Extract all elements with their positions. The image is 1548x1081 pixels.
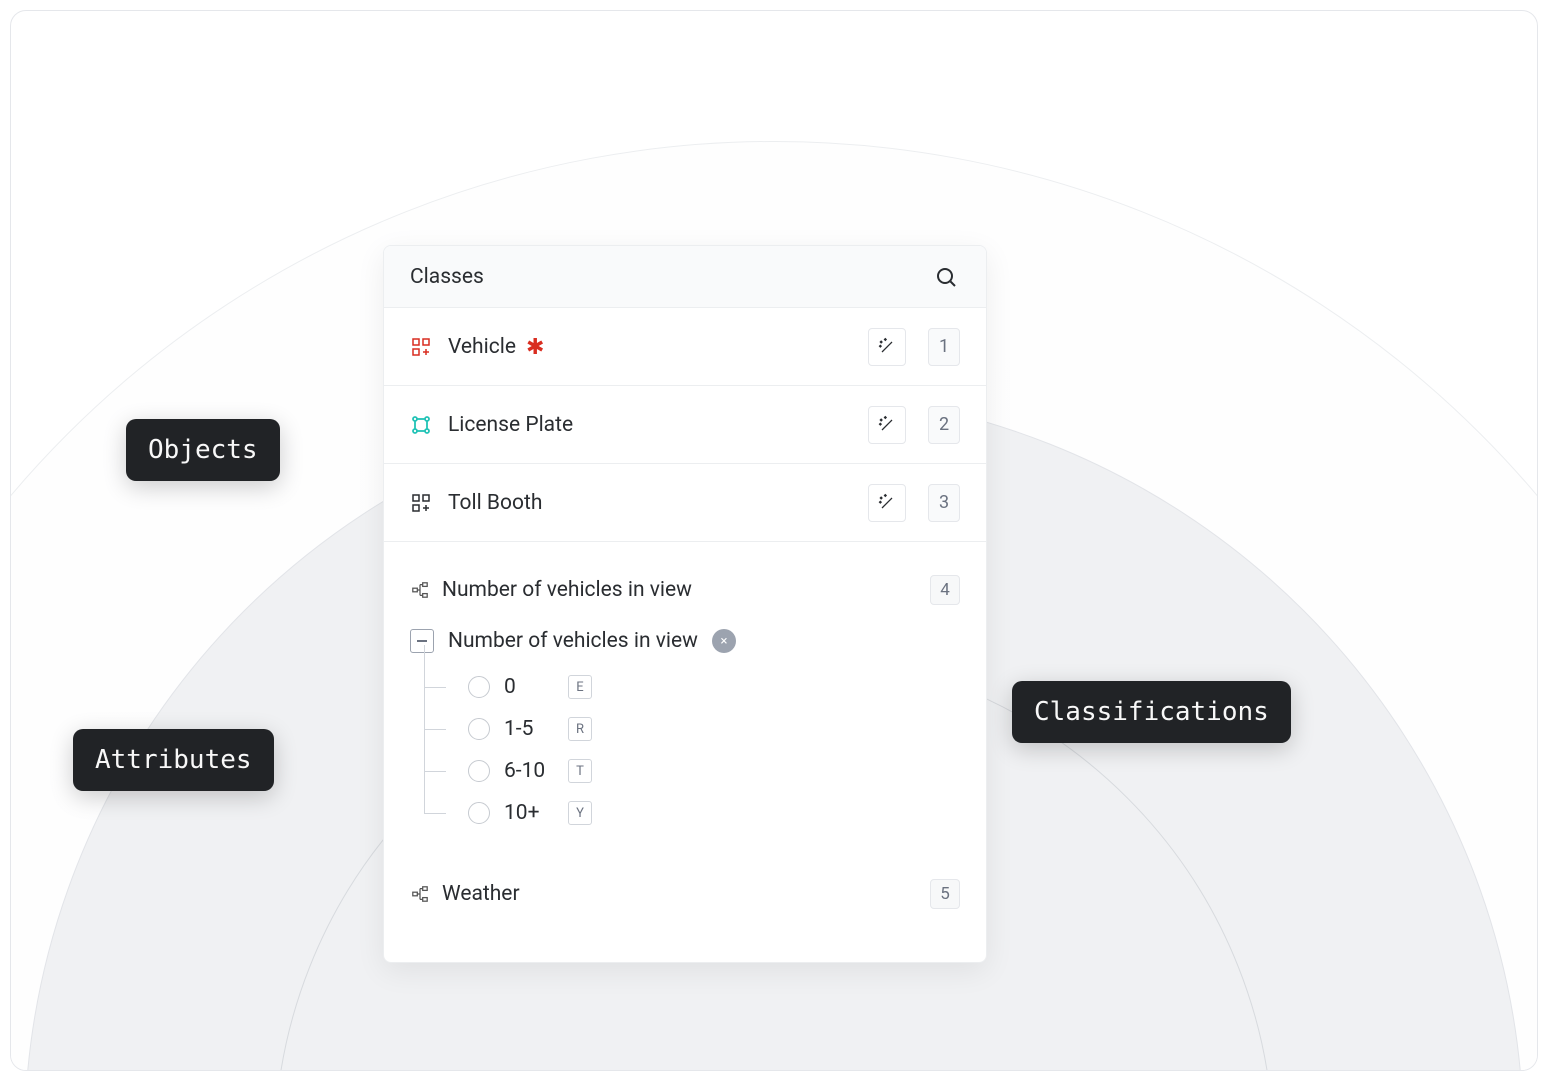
class-row-license-plate[interactable]: License Plate 2 bbox=[384, 386, 986, 464]
class-label: License Plate bbox=[448, 413, 852, 437]
tree-connector bbox=[424, 792, 454, 834]
option-key-badge: Y bbox=[568, 801, 592, 825]
tree-connector bbox=[424, 750, 454, 792]
callout-classifications: Classifications bbox=[1012, 681, 1291, 743]
class-label: Toll Booth bbox=[448, 491, 852, 515]
wand-icon bbox=[877, 337, 897, 357]
section-divider bbox=[384, 542, 986, 566]
expanded-header: Number of vehicles in view × bbox=[410, 620, 960, 662]
minus-icon bbox=[415, 634, 429, 648]
search-icon bbox=[934, 265, 958, 289]
options-list: 0 E 1-5 R 6-10 T 10+ bbox=[410, 662, 960, 846]
polygon-icon bbox=[410, 414, 432, 436]
option-row[interactable]: 1-5 R bbox=[424, 708, 960, 750]
wand-icon bbox=[877, 415, 897, 435]
collapse-button[interactable] bbox=[410, 629, 434, 653]
close-icon: × bbox=[720, 634, 727, 649]
radio-input[interactable] bbox=[468, 718, 490, 740]
class-label: Vehicle ✱ bbox=[448, 333, 852, 360]
radio-input[interactable] bbox=[468, 760, 490, 782]
panel-header: Classes bbox=[384, 246, 986, 308]
classification-expanded: Number of vehicles in view × 0 E 1-5 R bbox=[384, 614, 986, 846]
expanded-title: Number of vehicles in view bbox=[448, 629, 698, 653]
panel-title: Classes bbox=[410, 265, 484, 289]
classification-label: Weather bbox=[442, 882, 918, 906]
option-label: 6-10 bbox=[504, 759, 554, 783]
radio-input[interactable] bbox=[468, 802, 490, 824]
option-key-badge: T bbox=[568, 759, 592, 783]
key-badge: 5 bbox=[930, 879, 960, 909]
callout-objects: Objects bbox=[126, 419, 280, 481]
tree-connector bbox=[424, 708, 454, 750]
tree-connector bbox=[424, 666, 454, 708]
classification-label: Number of vehicles in view bbox=[442, 578, 918, 602]
clear-button[interactable]: × bbox=[712, 629, 736, 653]
key-badge: 1 bbox=[928, 328, 960, 366]
option-row[interactable]: 6-10 T bbox=[424, 750, 960, 792]
class-row-toll-booth[interactable]: Toll Booth 3 bbox=[384, 464, 986, 542]
key-badge: 4 bbox=[930, 575, 960, 605]
option-key-badge: R bbox=[568, 717, 592, 741]
classification-row-weather[interactable]: Weather 5 bbox=[384, 870, 986, 918]
grid-plus-icon bbox=[410, 336, 432, 358]
class-row-vehicle[interactable]: Vehicle ✱ 1 bbox=[384, 308, 986, 386]
key-badge: 3 bbox=[928, 484, 960, 522]
grid-plus-icon bbox=[410, 492, 432, 514]
class-label-text: Toll Booth bbox=[448, 491, 542, 515]
option-row[interactable]: 10+ Y bbox=[424, 792, 960, 834]
option-label: 10+ bbox=[504, 801, 554, 825]
app-frame: Classes Vehicle ✱ bbox=[10, 10, 1538, 1071]
radio-input[interactable] bbox=[468, 676, 490, 698]
search-button[interactable] bbox=[932, 263, 960, 291]
classification-row-number-of-vehicles[interactable]: Number of vehicles in view 4 bbox=[384, 566, 986, 614]
tree-icon bbox=[410, 884, 430, 904]
wand-button[interactable] bbox=[868, 484, 906, 522]
callout-attributes: Attributes bbox=[73, 729, 274, 791]
section-divider bbox=[384, 846, 986, 870]
wand-button[interactable] bbox=[868, 406, 906, 444]
class-label-text: License Plate bbox=[448, 413, 573, 437]
required-asterisk-icon: ✱ bbox=[526, 335, 544, 360]
option-label: 1-5 bbox=[504, 717, 554, 741]
option-label: 0 bbox=[504, 675, 554, 699]
wand-icon bbox=[877, 493, 897, 513]
classes-panel: Classes Vehicle ✱ bbox=[383, 245, 987, 963]
wand-button[interactable] bbox=[868, 328, 906, 366]
option-row[interactable]: 0 E bbox=[424, 666, 960, 708]
class-label-text: Vehicle bbox=[448, 335, 516, 359]
key-badge: 2 bbox=[928, 406, 960, 444]
option-key-badge: E bbox=[568, 675, 592, 699]
tree-icon bbox=[410, 580, 430, 600]
